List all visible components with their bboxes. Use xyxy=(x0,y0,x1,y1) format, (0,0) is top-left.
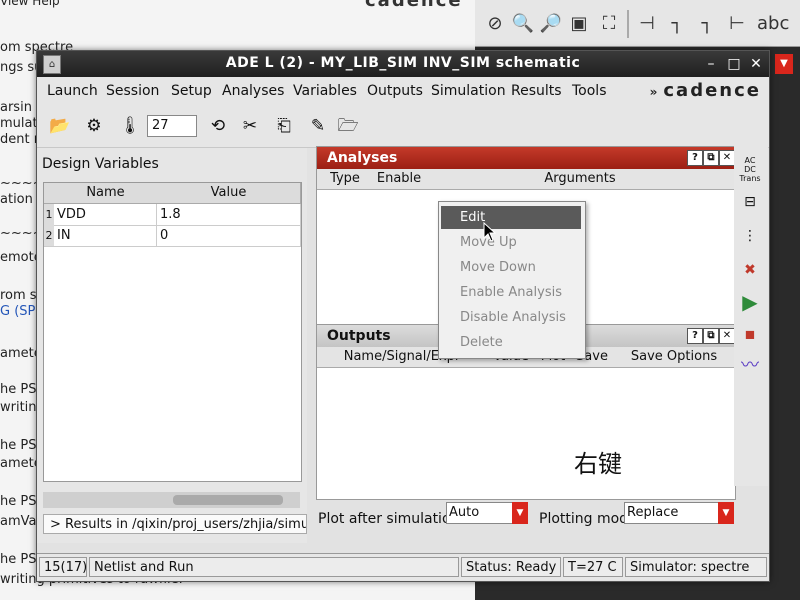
logo-text: cadence xyxy=(663,80,761,101)
minimize-icon[interactable]: – xyxy=(702,55,720,73)
plotting-mode-value: Replace xyxy=(627,505,679,520)
context-menu: Edit Move Up Move Down Enable Analysis D… xyxy=(438,201,586,359)
outputs-setup-icon[interactable]: ⋮ xyxy=(738,224,762,248)
plotting-mode-select[interactable]: Replace ▼ xyxy=(624,502,734,524)
plot-controls: Plot after simulation Auto ▼ Plotting mo… xyxy=(316,499,766,539)
variable-value[interactable]: 1.8 xyxy=(157,204,301,225)
menu-launch[interactable]: Launch xyxy=(47,83,98,99)
column-header-name[interactable]: Name xyxy=(54,183,158,204)
edit-variables-icon[interactable]: ✂ xyxy=(237,114,263,138)
scrollbar-thumb[interactable] xyxy=(173,495,283,505)
setup-model-icon[interactable]: ⚙ xyxy=(81,114,107,138)
close-icon[interactable]: ✕ xyxy=(719,328,735,344)
context-menu-enable-analysis[interactable]: Enable Analysis xyxy=(441,281,581,304)
chevron-down-icon[interactable]: ▼ xyxy=(718,502,734,524)
column-header-value[interactable]: Value xyxy=(157,183,301,204)
float-icon[interactable]: ⧉ xyxy=(703,150,719,166)
analysis-choose-icon[interactable]: ⟲ xyxy=(205,114,231,138)
context-menu-move-down[interactable]: Move Down xyxy=(441,256,581,279)
main-toolbar: 📂 ⚙ 🌡 27 ⟲ ✂ ⎗ ✎ 🗁 xyxy=(37,105,769,148)
row-number: 2 xyxy=(44,225,54,246)
column-header-save-options[interactable]: Save Options xyxy=(613,347,736,368)
cursor-shape xyxy=(483,222,497,242)
menubar: Launch Session Setup Analyses Variables … xyxy=(37,77,769,105)
outputs-title: Outputs xyxy=(327,328,391,344)
status-simulator: Simulator: spectre xyxy=(625,557,767,577)
menu-analyses[interactable]: Analyses xyxy=(222,83,284,99)
thermometer-icon[interactable]: 🌡 xyxy=(117,114,143,138)
variables-icon[interactable]: ⊟ xyxy=(738,190,762,214)
plotting-mode-label: Plotting mode xyxy=(539,511,637,527)
plot-after-label: Plot after simulation xyxy=(318,511,460,527)
maximize-icon[interactable]: □ xyxy=(725,55,743,73)
menu-outputs[interactable]: Outputs xyxy=(367,83,423,99)
mouse-cursor-icon xyxy=(483,222,497,242)
edit-icon[interactable]: ✎ xyxy=(305,114,331,138)
column-header-enable[interactable]: Enable xyxy=(373,169,426,190)
logo-arrow-icon: » xyxy=(649,85,660,99)
help-icon[interactable]: ? xyxy=(687,328,703,344)
help-icon[interactable]: ? xyxy=(687,150,703,166)
plot-after-select[interactable]: Auto ▼ xyxy=(446,502,528,524)
variable-value[interactable]: 0 xyxy=(157,225,301,246)
context-menu-delete[interactable]: Delete xyxy=(441,331,581,354)
stop-simulation-icon[interactable]: ⏹ xyxy=(738,322,762,346)
variable-name[interactable]: VDD xyxy=(54,204,157,225)
analyses-title: Analyses xyxy=(327,150,398,166)
analyses-header: Analyses ? ⧉ ✕ xyxy=(317,147,735,169)
run-simulation-icon[interactable]: ▶ xyxy=(738,290,762,314)
status-count: 15(17) xyxy=(39,557,87,577)
horizontal-scrollbar[interactable] xyxy=(43,492,300,508)
design-variables-table: Name Value 1 VDD 1.8 2 IN 0 xyxy=(43,182,302,482)
plot-outputs-icon[interactable]: 〰 xyxy=(738,354,762,378)
menu-variables[interactable]: Variables xyxy=(293,83,357,99)
design-variables-title: Design Variables xyxy=(42,156,159,172)
menu-tools[interactable]: Tools xyxy=(572,83,607,99)
row-number: 1 xyxy=(44,204,54,225)
variable-name[interactable]: IN xyxy=(54,225,157,246)
session-load-icon[interactable]: 📂 xyxy=(47,114,73,138)
temperature-input[interactable]: 27 xyxy=(147,115,197,137)
ade-window: ⌂ ADE L (2) - MY_LIB_SIM INV_SIM schemat… xyxy=(36,50,770,582)
close-icon[interactable]: ✕ xyxy=(747,55,765,73)
delete-icon[interactable]: ✖ xyxy=(738,258,762,282)
table-row[interactable]: 1 VDD 1.8 xyxy=(44,204,301,226)
window-titlebar[interactable]: ⌂ ADE L (2) - MY_LIB_SIM INV_SIM schemat… xyxy=(37,51,769,77)
status-ready: Status: Ready xyxy=(461,557,561,577)
menu-session[interactable]: Session xyxy=(106,83,159,99)
results-path: > Results in /qixin/proj_users/zhjia/sim… xyxy=(43,514,307,534)
column-header-arguments[interactable]: Arguments xyxy=(425,169,736,190)
status-action: Netlist and Run xyxy=(89,557,459,577)
status-bar: 15(17) Netlist and Run Status: Ready T=2… xyxy=(37,553,769,580)
plot-after-value: Auto xyxy=(449,505,480,520)
float-icon[interactable]: ⧉ xyxy=(703,328,719,344)
annotation-text: 右键 xyxy=(574,450,622,478)
menu-simulation[interactable]: Simulation xyxy=(431,83,506,99)
cadence-logo: » cadence xyxy=(650,80,761,101)
design-variables-panel: Design Variables Name Value 1 VDD 1.8 2 … xyxy=(37,148,307,543)
table-row[interactable]: 2 IN 0 xyxy=(44,225,301,247)
chevron-down-icon[interactable]: ▼ xyxy=(512,502,528,524)
open-folder-icon[interactable]: 🗁 xyxy=(335,114,361,138)
setup-outputs-icon[interactable]: ⎗ xyxy=(271,114,297,138)
window-title: ADE L (2) - MY_LIB_SIM INV_SIM schematic xyxy=(225,55,581,71)
column-header-type[interactable]: Type xyxy=(317,169,374,190)
menu-setup[interactable]: Setup xyxy=(171,83,212,99)
menu-results[interactable]: Results xyxy=(511,83,562,99)
context-menu-disable-analysis[interactable]: Disable Analysis xyxy=(441,306,581,329)
context-menu-move-up[interactable]: Move Up xyxy=(441,231,581,254)
choose-analyses-icon[interactable]: AC DC Trans xyxy=(738,156,762,183)
status-temperature: T=27 C xyxy=(563,557,623,577)
close-icon[interactable]: ✕ xyxy=(719,150,735,166)
context-menu-edit[interactable]: Edit xyxy=(441,206,581,229)
right-toolbar: AC DC Trans ⊟ ⋮ ✖ ▶ ⏹ 〰 xyxy=(734,146,768,486)
